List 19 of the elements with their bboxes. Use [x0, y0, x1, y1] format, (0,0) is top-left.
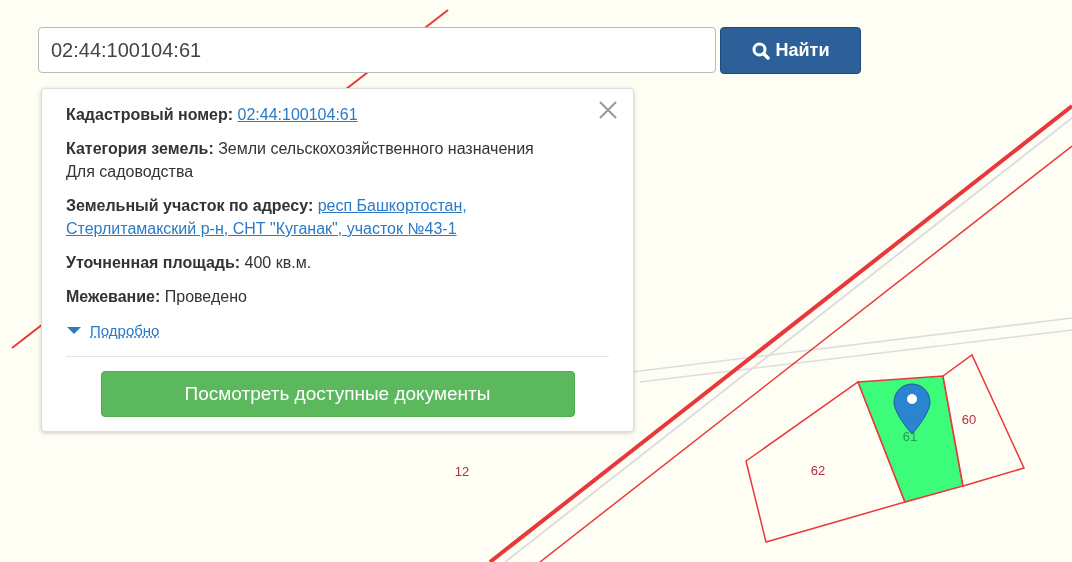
search-button[interactable]: Найти — [720, 27, 861, 74]
info-link[interactable]: респ Башкортостан, — [317, 197, 467, 214]
documents-button[interactable]: Посмотреть доступные документы — [100, 371, 575, 417]
field-label: Кадастровый номер: — [66, 106, 234, 123]
search-field[interactable]: 02:44:100104:61 — [38, 27, 716, 73]
search-icon — [751, 41, 770, 60]
close-icon[interactable] — [597, 99, 619, 121]
info-text: Категория земель: Земли сельскохозяйственного назначения Для садоводства — [66, 139, 535, 182]
parcel-number: 61 — [902, 429, 918, 444]
parcel-number: 60 — [961, 412, 977, 427]
info-text: Межевание: Проведено — [66, 287, 248, 307]
info-text: Уточненная площадь: 400 кв.м. — [66, 253, 313, 273]
parcel-number: 12 — [454, 464, 470, 479]
parcel-number: 62 — [810, 463, 826, 478]
info-link[interactable]: Стерлитамакский р-н, СНТ "Куганак", участок №43-1 — [66, 220, 457, 237]
details-link[interactable]: Подробно — [90, 319, 160, 342]
land-parcel[interactable] — [942, 353, 1026, 487]
info-link[interactable]: 02:44:100104:61 — [237, 106, 358, 123]
field-label: Земельный участок по адресу: — [66, 197, 314, 214]
